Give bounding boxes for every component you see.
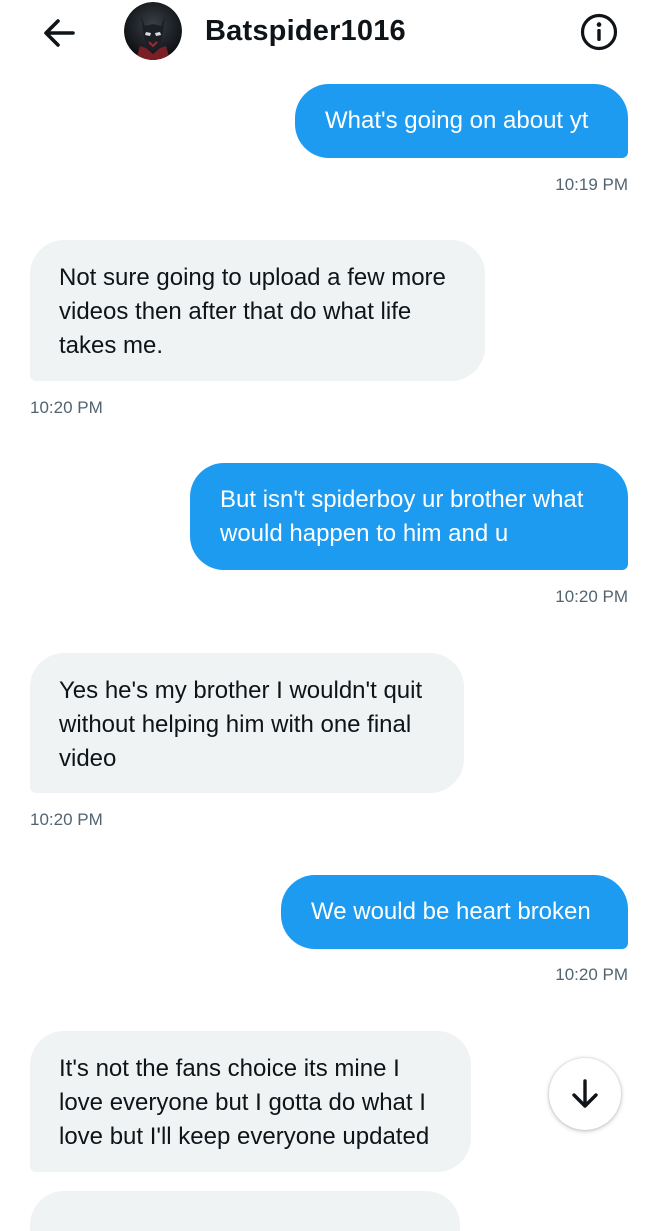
message-bubble-sent[interactable]: But isn't spiderboy ur brother what woul… <box>190 463 628 570</box>
avatar[interactable] <box>124 2 182 60</box>
message-timestamp: 10:19 PM <box>555 175 628 194</box>
message-bubble-received[interactable]: It's not the fans choice its mine I love… <box>30 1031 471 1172</box>
conversation-title[interactable]: Batspider1016 <box>205 12 406 50</box>
message-bubble-sent[interactable]: What's going on about yt <box>295 84 628 158</box>
profile-avatar <box>124 2 182 60</box>
message-bubble-received[interactable]: Yes he's my brother I wouldn't quit with… <box>30 653 464 793</box>
message-bubble-received[interactable]: Not sure going to upload a few more vide… <box>30 240 485 381</box>
message-timestamp: 10:20 PM <box>555 587 628 606</box>
conversation-header: Batspider1016 <box>0 0 658 62</box>
message-timestamp: 10:20 PM <box>30 810 103 829</box>
back-button[interactable] <box>38 12 80 54</box>
info-button[interactable] <box>578 11 620 53</box>
info-icon <box>580 13 618 51</box>
message-timestamp: 10:20 PM <box>30 398 103 417</box>
arrow-left-icon <box>44 19 75 47</box>
message-bubble-sent[interactable]: We would be heart broken <box>281 875 628 949</box>
scroll-to-bottom-button[interactable] <box>549 1058 621 1130</box>
message-bubble-partial <box>30 1191 460 1231</box>
arrow-down-icon <box>572 1079 598 1108</box>
message-timestamp: 10:20 PM <box>555 965 628 984</box>
